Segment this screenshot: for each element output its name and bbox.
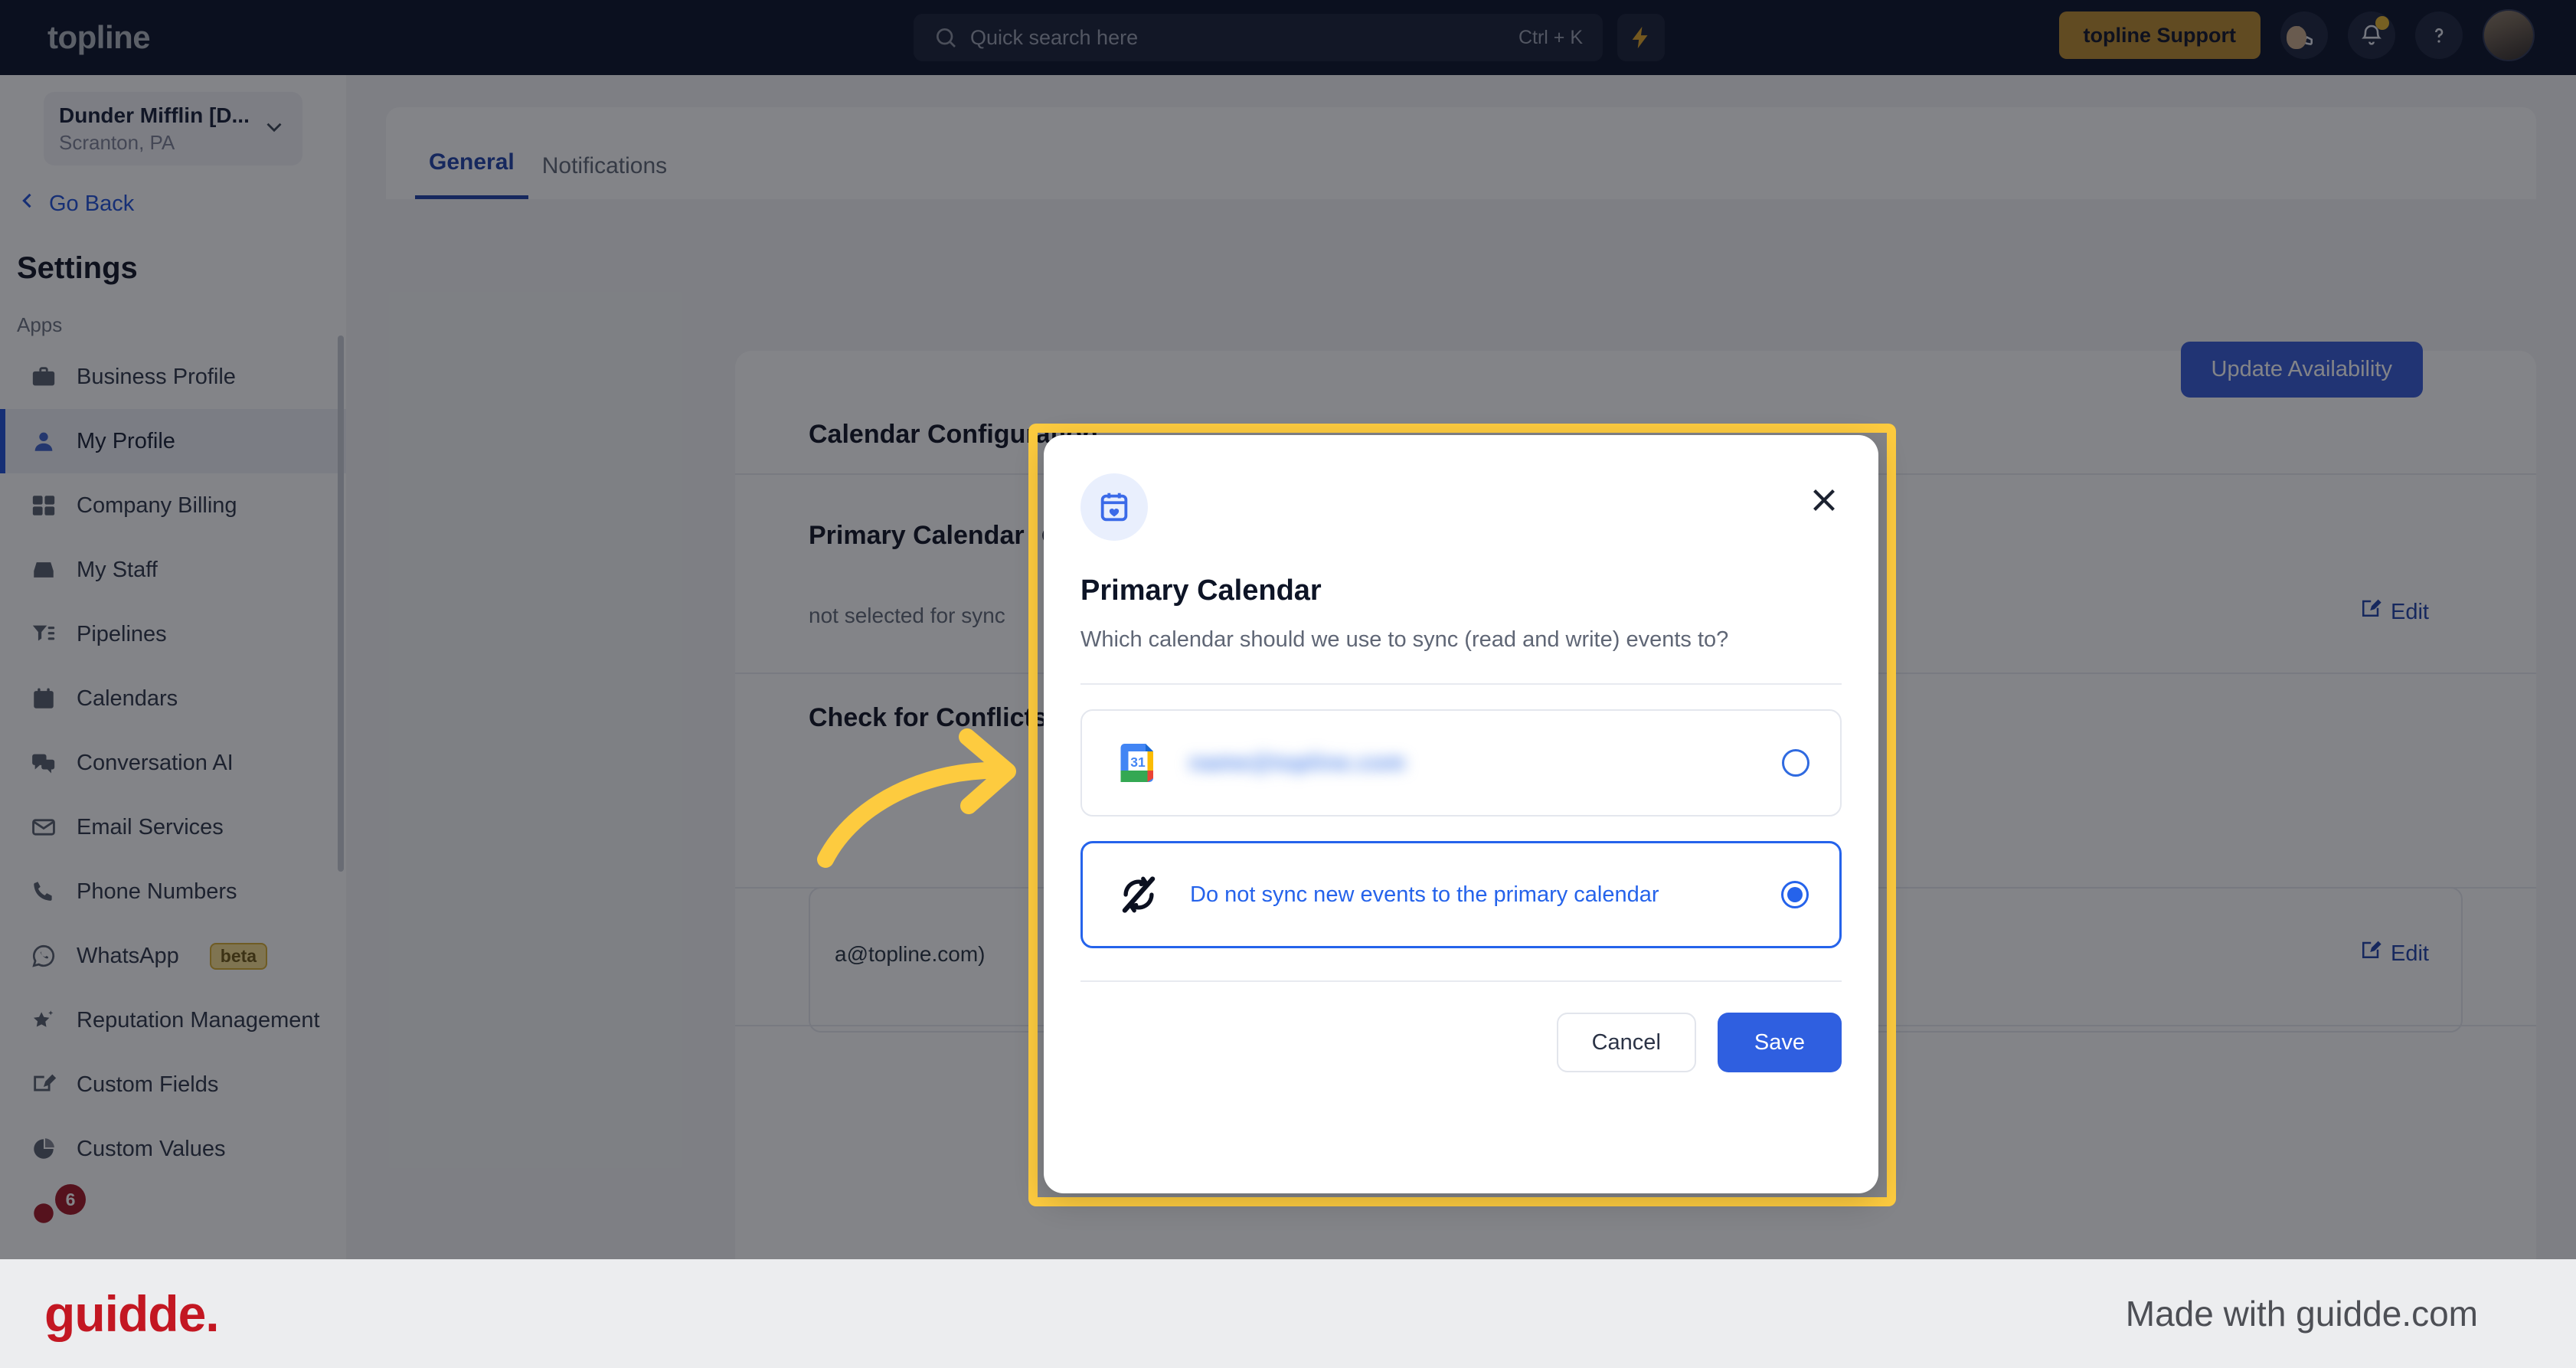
- svg-text:31: 31: [1130, 754, 1146, 770]
- modal-footer-divider: [1080, 980, 1842, 982]
- modal-description: Which calendar should we use to sync (re…: [1080, 627, 1729, 652]
- save-button[interactable]: Save: [1717, 1013, 1842, 1072]
- made-with-guidde-label: Made with guidde.com: [2125, 1294, 2478, 1334]
- calendar-option-no-sync[interactable]: Do not sync new events to the primary ca…: [1080, 841, 1842, 948]
- curved-arrow-right-icon: [812, 720, 1041, 873]
- close-icon[interactable]: [1806, 483, 1842, 518]
- radio-google-calendar[interactable]: [1782, 749, 1809, 777]
- guidde-logo: guidde.: [44, 1285, 220, 1342]
- no-sync-icon: [1113, 869, 1164, 920]
- calendar-option-label: Do not sync new events to the primary ca…: [1190, 882, 1659, 907]
- calendar-option-google[interactable]: 31 name@topline.com: [1080, 709, 1842, 817]
- modal-actions: Cancel Save: [1080, 1013, 1842, 1072]
- modal-title: Primary Calendar: [1080, 574, 1322, 607]
- cancel-button[interactable]: Cancel: [1556, 1013, 1696, 1072]
- calendar-heart-icon: [1080, 473, 1148, 541]
- google-calendar-icon: 31: [1113, 738, 1163, 788]
- calendar-option-label: name@topline.com: [1189, 751, 1782, 776]
- radio-no-sync[interactable]: [1781, 881, 1809, 908]
- redacted-email: name@topline.com: [1189, 750, 1406, 775]
- primary-calendar-modal: Primary Calendar Which calendar should w…: [1044, 435, 1878, 1193]
- modal-divider: [1080, 683, 1842, 685]
- screenshot-root: topline Quick search here Ctrl + K topli…: [0, 0, 2576, 1368]
- guidde-footer: guidde. Made with guidde.com: [0, 1259, 2576, 1368]
- application-window: topline Quick search here Ctrl + K topli…: [0, 0, 2576, 1259]
